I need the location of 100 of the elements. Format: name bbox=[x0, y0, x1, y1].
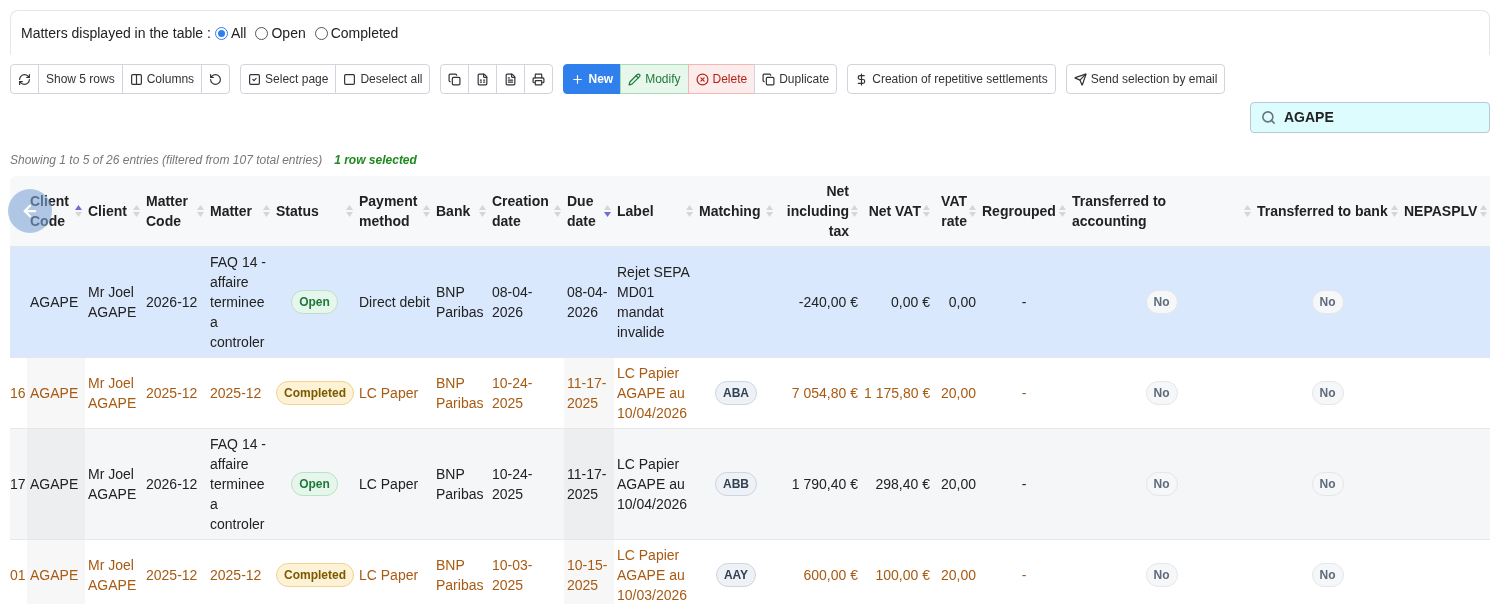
table-cell-text: 2025-12 bbox=[146, 384, 198, 401]
table-cell-text: LC Papier AGAPE au 10/04/2026 bbox=[617, 364, 688, 421]
no-badge: No bbox=[1311, 289, 1344, 314]
refresh-button[interactable] bbox=[10, 64, 39, 94]
table-cell-text: 08-04-2026 bbox=[492, 283, 533, 320]
table-cell-text: Direct debit bbox=[359, 293, 430, 310]
modify-button[interactable]: Modify bbox=[620, 64, 689, 94]
table-cell-text: 10-24-2025 bbox=[492, 374, 533, 411]
status-badge: Open bbox=[291, 471, 338, 496]
toolbar-button[interactable]: Send selection by email bbox=[1065, 64, 1226, 94]
table-cell-text: LC Papier AGAPE au 10/04/2026 bbox=[617, 455, 688, 512]
table-cell-text: 16 bbox=[10, 384, 26, 401]
table-cell-text: 100,00 € bbox=[875, 566, 930, 583]
table-cell-text: - bbox=[1021, 475, 1027, 492]
column-header[interactable]: Transferred to bank bbox=[1254, 176, 1401, 246]
table-cell-text: 20,00 bbox=[940, 566, 976, 583]
duplicate-button[interactable]: Duplicate bbox=[754, 64, 838, 94]
column-header[interactable]: Creation date bbox=[489, 176, 564, 246]
column-header[interactable]: Label bbox=[614, 176, 696, 246]
table-cell-text: - bbox=[1021, 384, 1027, 401]
column-header[interactable]: Net VAT bbox=[861, 176, 933, 246]
no-badge: No bbox=[1311, 380, 1344, 405]
column-header[interactable]: NEPASPLV bbox=[1401, 176, 1490, 246]
column-header[interactable]: Due date bbox=[564, 176, 614, 246]
matching-badge: AAY bbox=[715, 562, 757, 587]
copy-button[interactable] bbox=[440, 64, 470, 94]
column-header[interactable]: Regrouped bbox=[979, 176, 1069, 246]
radio-option[interactable]: All bbox=[214, 22, 247, 44]
pdf-button[interactable] bbox=[496, 64, 526, 94]
table-cell-text: AGAPE bbox=[30, 293, 79, 310]
paper-plane-icon bbox=[1073, 72, 1087, 86]
column-header[interactable]: Bank bbox=[433, 176, 489, 246]
no-badge: No bbox=[1311, 471, 1344, 496]
filter-label: Matters displayed in the table : bbox=[21, 23, 211, 43]
no-badge: No bbox=[1145, 380, 1178, 405]
toolbar-button[interactable]: Columns bbox=[121, 64, 203, 94]
print-button[interactable] bbox=[524, 64, 554, 94]
matching-badge: ABA bbox=[715, 380, 757, 405]
undo-icon bbox=[209, 72, 223, 86]
table-cell-text: LC Paper bbox=[359, 475, 419, 492]
table-cell-text: 2025-12 bbox=[210, 566, 262, 583]
table-cell-text: 10-03-2025 bbox=[492, 556, 533, 593]
excel-button[interactable] bbox=[468, 64, 498, 94]
table-cell-text: BNP Paribas bbox=[436, 556, 484, 593]
table-cell-text: 2025-12 bbox=[146, 566, 198, 583]
table-cell-text: LC Paper bbox=[359, 566, 419, 583]
close-circle-icon bbox=[695, 72, 709, 86]
checkbox-checked-icon bbox=[248, 72, 262, 86]
new-button[interactable]: New bbox=[563, 64, 622, 94]
toolbar-button[interactable]: Creation of repetitive settlements bbox=[847, 64, 1056, 94]
search-icon bbox=[1261, 110, 1276, 125]
table-cell-text: 7 054,80 € bbox=[791, 384, 858, 401]
radio-option[interactable]: Completed bbox=[314, 22, 399, 44]
copy-icon bbox=[762, 72, 776, 86]
table-cell-text: BNP Paribas bbox=[436, 465, 484, 502]
table-cell-text: 08-04-2026 bbox=[567, 283, 608, 320]
reset-button[interactable] bbox=[201, 64, 231, 94]
columns-icon bbox=[129, 72, 143, 86]
table-cell-text: 1 790,40 € bbox=[791, 475, 858, 492]
column-header[interactable]: Matter Code bbox=[143, 176, 207, 246]
column-header[interactable]: Matter bbox=[207, 176, 273, 246]
toolbar-button[interactable]: Select page bbox=[240, 64, 337, 94]
column-header[interactable]: VAT rate bbox=[933, 176, 979, 246]
column-header[interactable]: Matching bbox=[696, 176, 776, 246]
spreadsheet-icon bbox=[476, 72, 490, 86]
column-header[interactable]: Status bbox=[273, 176, 356, 246]
table-cell-text: LC Papier AGAPE au 10/03/2026 bbox=[617, 546, 688, 603]
status-badge: Open bbox=[291, 289, 338, 314]
table-cell-text: 0,00 € bbox=[891, 293, 930, 310]
table-cell-text: 11-17-2025 bbox=[567, 374, 607, 411]
table-cell-text: Rejet SEPA MD01 mandat invalide bbox=[617, 263, 690, 340]
table-cell-text: 11-17-2025 bbox=[567, 465, 607, 502]
table-cell-text: - bbox=[1021, 293, 1027, 310]
search-field[interactable]: AGAPE bbox=[1250, 102, 1490, 133]
table-cell-text: 298,40 € bbox=[875, 475, 930, 492]
radio-option[interactable]: Open bbox=[255, 22, 306, 44]
table-cell-text: - bbox=[1021, 566, 1027, 583]
column-header[interactable]: Net including tax bbox=[776, 176, 861, 246]
table-cell-text: 2026-12 bbox=[146, 293, 198, 310]
table-cell-text: BNP Paribas bbox=[436, 374, 484, 411]
column-header[interactable]: Client bbox=[85, 176, 143, 246]
table-cell-text: Mr Joel AGAPE bbox=[88, 374, 137, 411]
table-cell-text: AGAPE bbox=[30, 475, 79, 492]
pencil-icon bbox=[628, 72, 642, 86]
entries-info: Showing 1 to 5 of 26 entries (filtered from 107 total entries) bbox=[10, 152, 323, 169]
matching-badge: ABB bbox=[715, 471, 757, 496]
table-cell-text: LC Paper bbox=[359, 384, 419, 401]
table-cell-text: 0,00 bbox=[948, 293, 976, 310]
table-cell-text: FAQ 14 - affaire terminee a controler bbox=[210, 253, 267, 350]
selection-info: 1 row selected bbox=[334, 152, 417, 169]
delete-button[interactable]: Delete bbox=[687, 64, 756, 94]
table-cell-text: FAQ 14 - affaire terminee a controler bbox=[210, 435, 267, 532]
toolbar-button[interactable]: Deselect all bbox=[335, 64, 431, 94]
column-header[interactable]: Payment method bbox=[356, 176, 433, 246]
column-header[interactable]: Transferred to accounting bbox=[1069, 176, 1254, 246]
search-input[interactable]: AGAPE bbox=[1284, 107, 1464, 128]
checkbox-icon bbox=[343, 72, 357, 86]
toolbar-button[interactable]: Show 5 rows bbox=[38, 64, 123, 94]
table-cell-text: 01 bbox=[10, 566, 26, 583]
no-badge: No bbox=[1145, 471, 1178, 496]
